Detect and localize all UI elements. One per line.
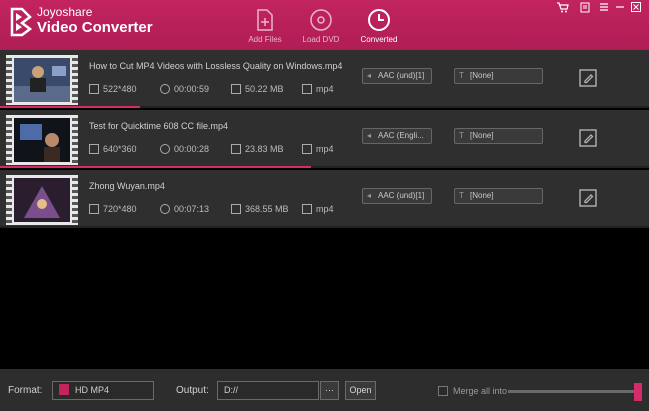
add-files-label: Add Files — [248, 35, 282, 44]
add-files-button[interactable]: Add Files — [233, 8, 297, 44]
format-icon — [59, 384, 69, 395]
resolution-icon — [89, 204, 99, 214]
converted-label: Converted — [360, 35, 398, 44]
file-icon — [231, 204, 241, 214]
format-select[interactable]: HD MP4 — [52, 381, 154, 400]
clock-icon — [368, 9, 390, 31]
audio-track-select[interactable]: ◂ AAC (Engli... — [362, 128, 432, 144]
file-name: Test for Quicktime 608 CC file.mp4 — [89, 121, 229, 131]
edit-icon[interactable] — [578, 128, 598, 148]
file-name: How to Cut MP4 Videos with Lossless Qual… — [89, 61, 343, 71]
close-icon[interactable] — [629, 2, 643, 14]
clock-icon — [160, 84, 170, 94]
load-dvd-button[interactable]: Load DVD — [289, 8, 353, 44]
converted-button[interactable]: Converted — [347, 8, 411, 44]
merge-label: Merge all into — [453, 386, 508, 396]
file-row[interactable]: How to Cut MP4 Videos with Lossless Qual… — [0, 50, 649, 108]
joyoshare-logo-icon — [10, 7, 32, 37]
thumbnail-image — [14, 118, 70, 162]
minimize-icon[interactable] — [613, 2, 627, 14]
audio-track-select[interactable]: ◂ AAC (und)[1] — [362, 188, 432, 204]
subtitle-select[interactable]: T [None] — [454, 188, 543, 204]
video-thumbnail — [6, 55, 78, 105]
duration: 00:07:13 — [160, 204, 209, 214]
title-bar: Joyoshare Video Converter Add Files Load… — [0, 0, 649, 50]
resolution: 522*480 — [89, 84, 137, 94]
clock-icon — [160, 144, 170, 154]
file-size: 368.55 MB — [231, 204, 289, 214]
resolution-icon — [89, 144, 99, 154]
app-name: Video Converter — [37, 19, 153, 36]
video-thumbnail — [6, 175, 78, 225]
conversion-progress — [0, 106, 140, 108]
duration: 00:00:59 — [160, 84, 209, 94]
file-format: mp4 — [302, 204, 334, 214]
file-row[interactable]: Test for Quicktime 608 CC file.mp4 640*3… — [0, 110, 649, 168]
brand-name: Joyoshare — [37, 5, 93, 19]
register-icon[interactable] — [578, 2, 592, 14]
file-format: mp4 — [302, 84, 334, 94]
load-dvd-label: Load DVD — [302, 35, 340, 44]
output-path-field[interactable]: D:// — [217, 381, 319, 400]
subtitle-select[interactable]: T [None] — [454, 68, 543, 84]
text-icon: T — [459, 71, 464, 80]
edit-icon[interactable] — [578, 68, 598, 88]
edit-icon[interactable] — [578, 188, 598, 208]
file-icon — [231, 144, 241, 154]
conversion-progress — [0, 166, 311, 168]
dvd-icon — [310, 9, 332, 31]
thumbnail-image — [14, 178, 70, 222]
film-icon — [302, 204, 312, 214]
speaker-icon: ◂ — [367, 71, 372, 80]
app-brand: Joyoshare Video Converter — [37, 5, 153, 37]
video-thumbnail — [6, 115, 78, 165]
merge-checkbox[interactable] — [438, 386, 448, 396]
speaker-icon: ◂ — [367, 191, 372, 200]
file-size: 23.83 MB — [231, 144, 284, 154]
resolution: 720*480 — [89, 204, 137, 214]
resolution-icon — [89, 84, 99, 94]
convert-button[interactable] — [634, 383, 642, 401]
file-icon — [231, 84, 241, 94]
film-icon — [302, 84, 312, 94]
subtitle-select[interactable]: T [None] — [454, 128, 543, 144]
browse-button[interactable]: ··· — [320, 381, 339, 400]
resolution: 640*360 — [89, 144, 137, 154]
menu-icon[interactable] — [597, 2, 611, 14]
open-button[interactable]: Open — [345, 381, 376, 400]
thumbnail-image — [14, 58, 70, 102]
output-label: Output: — [176, 385, 209, 396]
footer-bar: Format: HD MP4 Output: D:// ··· Open Mer… — [0, 369, 649, 411]
speaker-icon: ◂ — [367, 131, 372, 140]
duration: 00:00:28 — [160, 144, 209, 154]
cart-icon[interactable] — [556, 2, 570, 14]
clock-icon — [160, 204, 170, 214]
file-format: mp4 — [302, 144, 334, 154]
add-file-icon — [257, 9, 273, 31]
text-icon: T — [459, 191, 464, 200]
text-icon: T — [459, 131, 464, 140]
merge-slider[interactable] — [508, 390, 636, 393]
file-name: Zhong Wuyan.mp4 — [89, 181, 165, 191]
file-size: 50.22 MB — [231, 84, 284, 94]
format-label: Format: — [8, 385, 43, 396]
file-row[interactable]: Zhong Wuyan.mp4 720*480 00:07:13 368.55 … — [0, 170, 649, 228]
film-icon — [302, 144, 312, 154]
audio-track-select[interactable]: ◂ AAC (und)[1] — [362, 68, 432, 84]
